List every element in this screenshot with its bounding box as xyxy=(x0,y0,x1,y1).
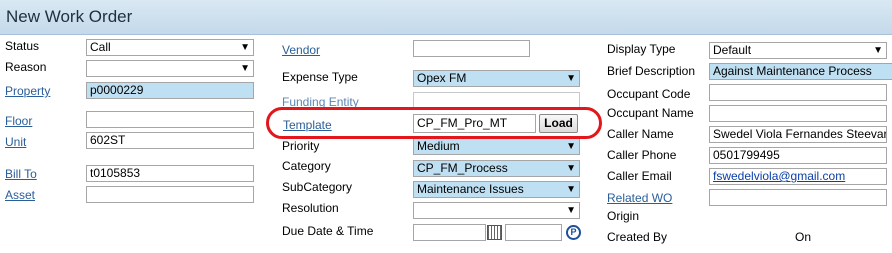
due-date-field[interactable] xyxy=(413,224,486,241)
caller-email-link[interactable]: fswedelviola@gmail.com xyxy=(713,169,845,183)
title-bar: New Work Order xyxy=(0,0,892,35)
priority-select[interactable]: Medium ▼ xyxy=(413,138,580,155)
calendar-icon[interactable] xyxy=(487,225,502,240)
bill-to-link[interactable]: Bill To xyxy=(5,167,37,181)
display-type-label: Display Type xyxy=(607,42,676,56)
chevron-down-icon: ▼ xyxy=(873,45,883,56)
chevron-down-icon: ▼ xyxy=(240,42,250,53)
reason-select[interactable]: ▼ xyxy=(86,60,254,77)
occupant-name-label: Occupant Name xyxy=(607,106,694,120)
expense-type-select[interactable]: Opex FM ▼ xyxy=(413,70,580,87)
status-select[interactable]: Call ▼ xyxy=(86,39,254,56)
vendor-field[interactable] xyxy=(413,40,530,57)
load-button[interactable]: Load xyxy=(539,114,578,133)
created-by-label: Created By xyxy=(607,230,668,244)
occupant-name-field[interactable] xyxy=(709,105,887,122)
category-label: Category xyxy=(282,159,331,173)
reason-label: Reason xyxy=(5,60,47,74)
related-wo-link[interactable]: Related WO xyxy=(607,191,672,205)
chevron-down-icon: ▼ xyxy=(566,141,576,152)
caller-name-label: Caller Name xyxy=(607,127,674,141)
priority-label: Priority xyxy=(282,139,320,153)
subcategory-select[interactable]: Maintenance Issues ▼ xyxy=(413,181,580,198)
property-link[interactable]: Property xyxy=(5,84,50,98)
created-on-label: On xyxy=(795,230,812,244)
chevron-down-icon: ▼ xyxy=(566,205,576,216)
category-select[interactable]: CP_FM_Process ▼ xyxy=(413,160,580,177)
caller-email-label: Caller Email xyxy=(607,169,672,183)
caller-phone-label: Caller Phone xyxy=(607,148,677,162)
caller-email-field[interactable]: fswedelviola@gmail.com xyxy=(709,168,887,185)
subcategory-label: SubCategory xyxy=(282,180,353,194)
caller-phone-field[interactable]: 0501799495 xyxy=(709,147,887,164)
caller-name-field[interactable]: Swedel Viola Fernandes Steevar xyxy=(709,126,887,143)
floor-field[interactable] xyxy=(86,111,254,128)
chevron-down-icon: ▼ xyxy=(566,73,576,84)
chevron-down-icon: ▼ xyxy=(240,63,250,74)
display-type-select[interactable]: Default ▼ xyxy=(709,42,887,59)
template-field[interactable]: CP_FM_Pro_MT xyxy=(413,114,536,133)
asset-field[interactable] xyxy=(86,186,254,203)
expense-type-label: Expense Type xyxy=(282,70,358,84)
property-field[interactable]: p0000229 xyxy=(86,82,254,99)
resolution-select[interactable]: ▼ xyxy=(413,202,580,219)
origin-label: Origin xyxy=(607,209,640,223)
asset-link[interactable]: Asset xyxy=(5,188,35,202)
occupant-code-field[interactable] xyxy=(709,84,887,101)
bill-to-field[interactable]: t0105853 xyxy=(86,165,254,182)
template-link[interactable]: Template xyxy=(283,118,332,132)
related-wo-field[interactable] xyxy=(709,189,887,206)
resolution-label: Resolution xyxy=(282,201,339,215)
brief-description-label: Brief Description xyxy=(607,64,696,78)
due-date-label: Due Date & Time xyxy=(282,224,374,238)
clock-icon[interactable]: P xyxy=(566,225,581,240)
due-time-field[interactable] xyxy=(505,224,562,241)
brief-description-field[interactable]: Against Maintenance Process xyxy=(709,63,892,80)
page-title: New Work Order xyxy=(6,7,133,26)
unit-field[interactable]: 602ST xyxy=(86,132,254,149)
occupant-code-label: Occupant Code xyxy=(607,87,691,101)
floor-link[interactable]: Floor xyxy=(5,114,32,128)
vendor-link[interactable]: Vendor xyxy=(282,43,320,57)
unit-link[interactable]: Unit xyxy=(5,135,26,149)
chevron-down-icon: ▼ xyxy=(566,184,576,195)
status-label: Status xyxy=(5,39,40,53)
chevron-down-icon: ▼ xyxy=(566,163,576,174)
